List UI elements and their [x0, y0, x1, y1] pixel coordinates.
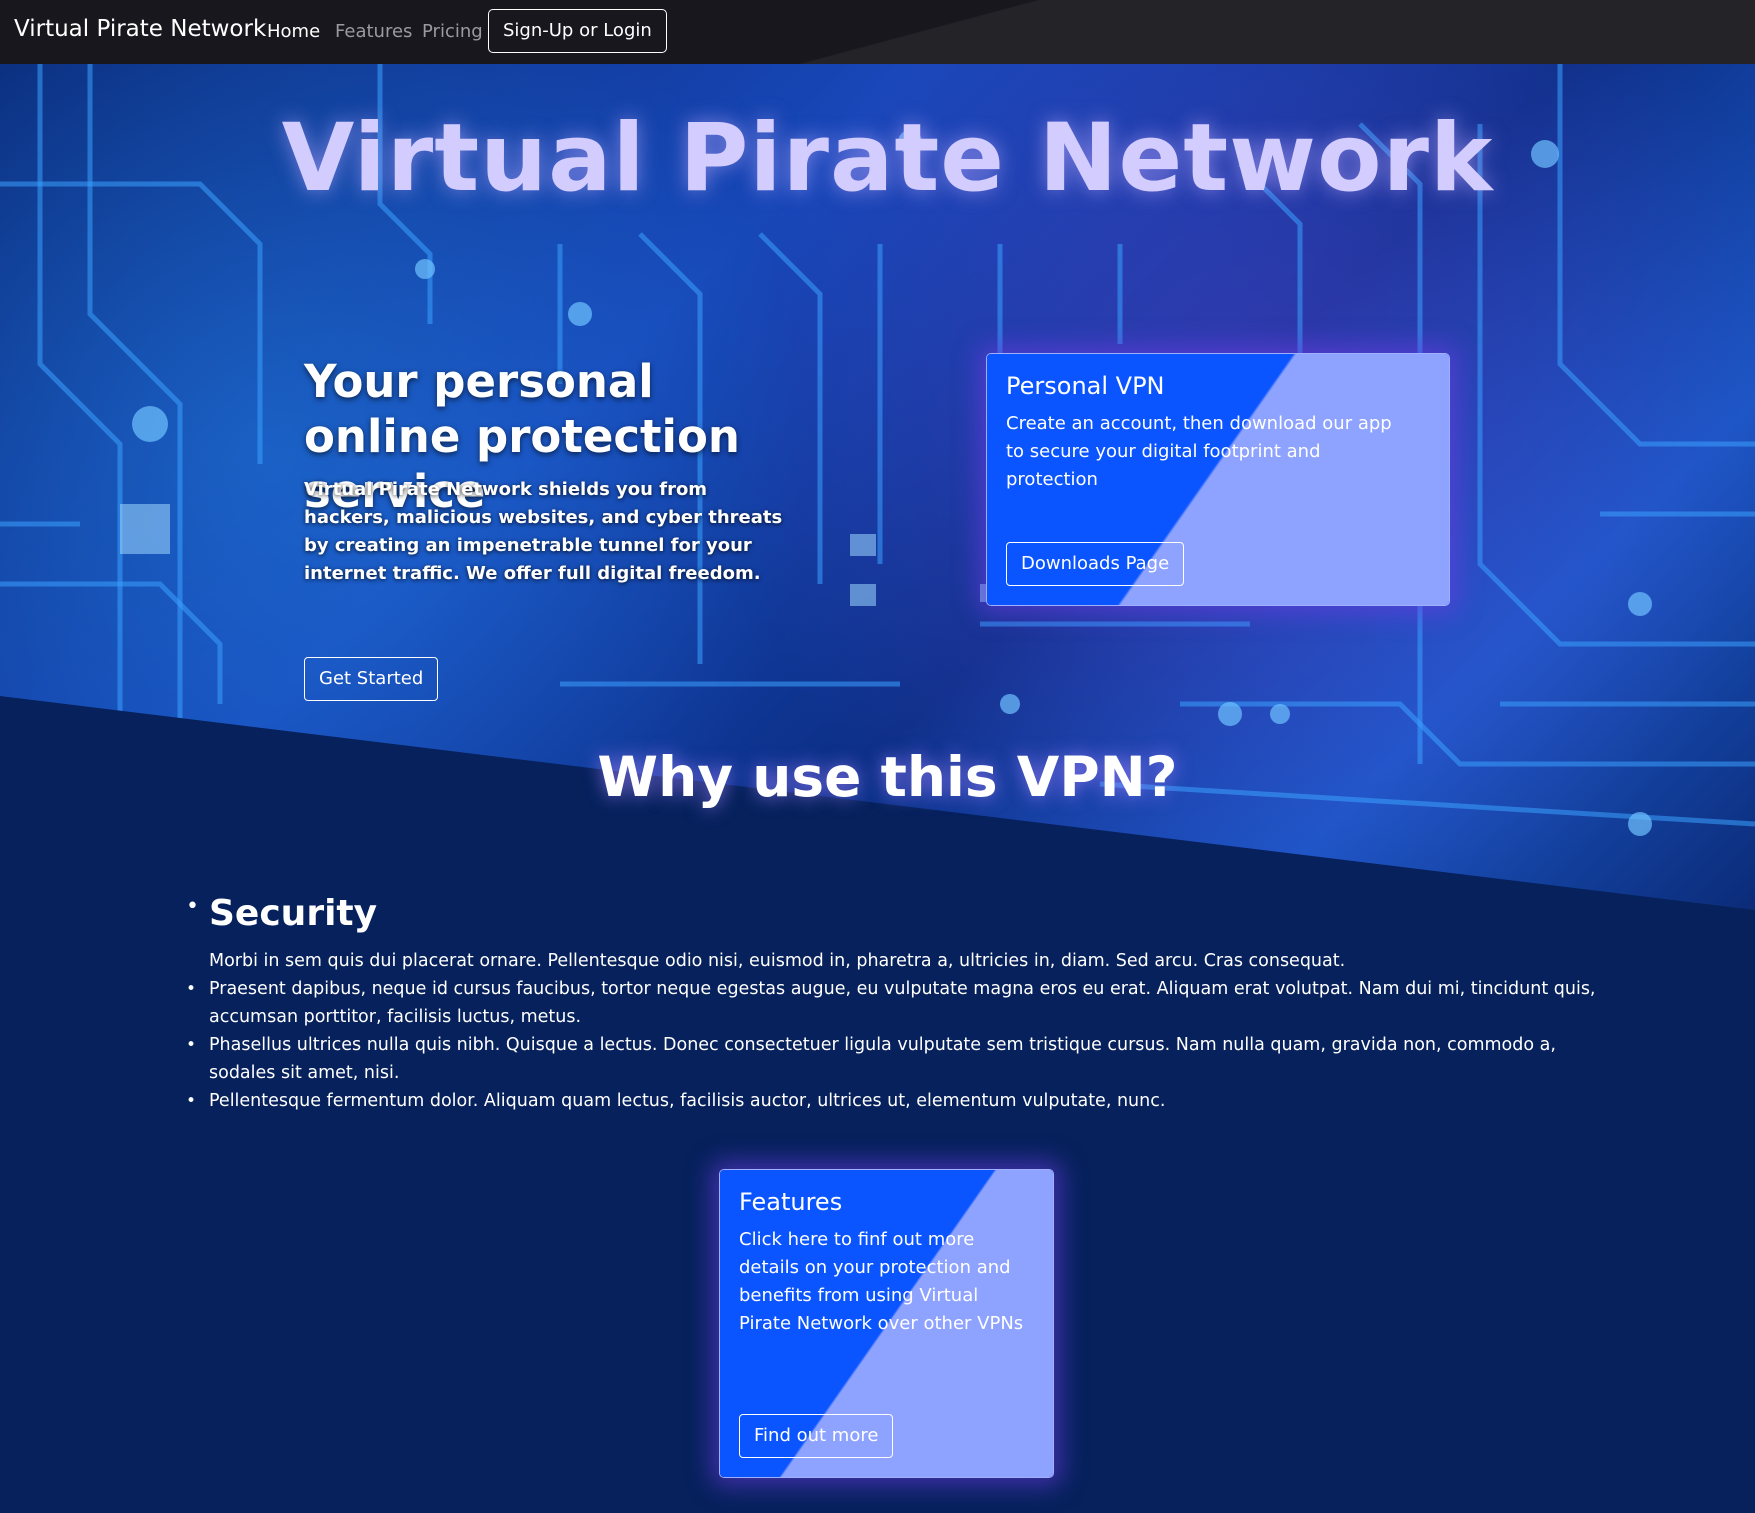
card-text: Click here to finf out more details on y…: [739, 1229, 1024, 1334]
security-heading: Security: [209, 893, 378, 934]
navbar-brand[interactable]: Virtual Pirate Network: [14, 16, 266, 42]
personal-vpn-card: Personal VPN Create an account, then dow…: [986, 353, 1450, 606]
card-title: Personal VPN: [1006, 372, 1165, 400]
security-bullet-1: Praesent dapibus, neque id cursus faucib…: [209, 979, 1596, 1027]
bullet-dot: •: [186, 894, 199, 919]
nav-features-link[interactable]: Features: [335, 21, 412, 42]
bullet-dot: •: [186, 1035, 197, 1055]
nav-pricing-link[interactable]: Pricing: [422, 21, 483, 42]
navbar: Virtual Pirate Network Home Features Pri…: [0, 0, 1755, 64]
signup-login-button[interactable]: Sign-Up or Login: [488, 9, 667, 53]
bullet-dot: •: [186, 1091, 197, 1111]
hero-description: Virtual Pirate Network shields you from …: [304, 479, 783, 584]
get-started-button[interactable]: Get Started: [304, 657, 439, 701]
card-title: Features: [739, 1188, 843, 1216]
find-out-more-button[interactable]: Find out more: [739, 1414, 894, 1458]
hero-title: Virtual Pirate Network: [281, 104, 1494, 213]
features-card: Features Click here to finf out more det…: [719, 1169, 1054, 1478]
card-text: Create an account, then download our app…: [1006, 413, 1392, 490]
security-intro: Morbi in sem quis dui placerat ornare. P…: [209, 951, 1346, 971]
why-section-title: Why use this VPN?: [597, 745, 1178, 809]
security-bullet-2: Phasellus ultrices nulla quis nibh. Quis…: [209, 1035, 1556, 1083]
security-bullet-3: Pellentesque fermentum dolor. Aliquam qu…: [209, 1091, 1166, 1111]
downloads-page-button[interactable]: Downloads Page: [1006, 542, 1185, 586]
nav-home-link[interactable]: Home: [267, 21, 320, 42]
bullet-dot: •: [186, 979, 197, 999]
